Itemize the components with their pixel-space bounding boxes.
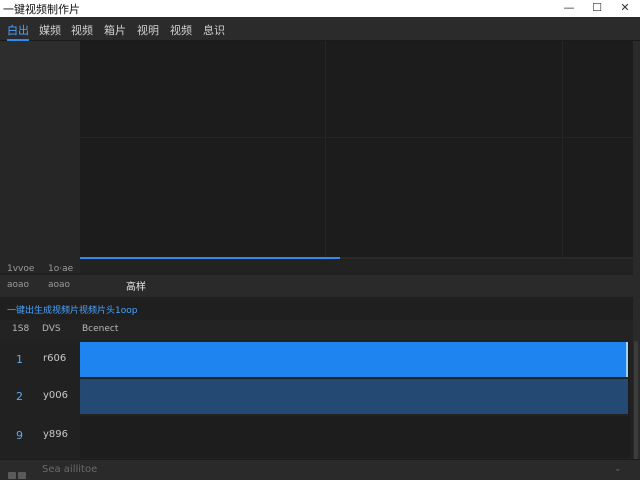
menu-item-clips[interactable]: 箱片	[104, 22, 126, 38]
close-button[interactable]: ✕	[614, 1, 636, 15]
maximize-button[interactable]: ☐	[586, 1, 608, 15]
menu-item-media[interactable]: 媒频	[39, 22, 61, 38]
row-value: y896	[43, 429, 69, 440]
row-number: 9	[16, 429, 23, 442]
row-value: y006	[43, 390, 69, 401]
left-panel[interactable]	[0, 41, 80, 273]
title-bar: 一键视频制作片 — ☐ ✕	[0, 0, 640, 17]
chevron-down-icon[interactable]: ⌄	[614, 464, 622, 474]
menu-item-captions[interactable]: 视明	[137, 22, 159, 38]
status-bar: Sea aillitoe ⌄	[0, 459, 640, 480]
video-preview[interactable]	[80, 41, 633, 259]
section-title: 一键出生成视频片视频片头1oop	[7, 306, 138, 316]
table-header: 1S8 DVS Bcenect	[0, 320, 633, 341]
row-number: 1	[16, 353, 23, 366]
preview-guide-line	[562, 41, 563, 259]
column-header-index[interactable]: 1S8	[12, 324, 29, 334]
table-row[interactable]: 2 y006	[0, 378, 633, 415]
folder-icon[interactable]	[8, 465, 26, 479]
minimize-button[interactable]: —	[558, 1, 580, 15]
info-label: 1vvoe	[7, 264, 35, 274]
menu-item-video[interactable]: 视频	[71, 22, 93, 38]
info-tab[interactable]: aoao	[7, 280, 29, 290]
left-panel-header	[0, 41, 80, 80]
info-tab-strip	[0, 275, 633, 297]
preview-guide-line	[325, 41, 326, 259]
menu-item-info[interactable]: 息识	[203, 22, 225, 38]
info-tab[interactable]: aoao	[48, 280, 70, 290]
info-value: 1o·ae	[48, 264, 74, 274]
table-row[interactable]: 9 y896	[0, 415, 633, 459]
status-text: Sea aillitoe	[42, 464, 98, 475]
row-segment-bar[interactable]	[80, 342, 628, 377]
menu-bar: 白出 媒频 视频 箱片 视明 视频 息识	[0, 17, 640, 41]
info-panel: 1vvoe 1o·ae aoao aoao 高样	[0, 261, 633, 299]
table-row[interactable]: 1 r606	[0, 341, 633, 378]
row-value: r606	[43, 353, 67, 364]
menu-item-video-2[interactable]: 视频	[170, 22, 192, 38]
info-tab-active[interactable]: 高样	[126, 278, 146, 293]
vertical-scrollbar[interactable]	[633, 41, 640, 480]
window-title: 一键视频制作片	[3, 3, 80, 16]
section-header: 一键出生成视频片视频片头1oop	[0, 299, 633, 319]
row-segment-bar[interactable]	[80, 379, 628, 414]
row-number: 2	[16, 390, 23, 403]
preview-guide-line	[80, 137, 633, 138]
column-header-segment[interactable]: Bcenect	[82, 324, 118, 334]
menu-item-home[interactable]: 白出	[7, 22, 29, 38]
row-track	[80, 416, 630, 458]
column-header-value[interactable]: DVS	[42, 324, 61, 334]
